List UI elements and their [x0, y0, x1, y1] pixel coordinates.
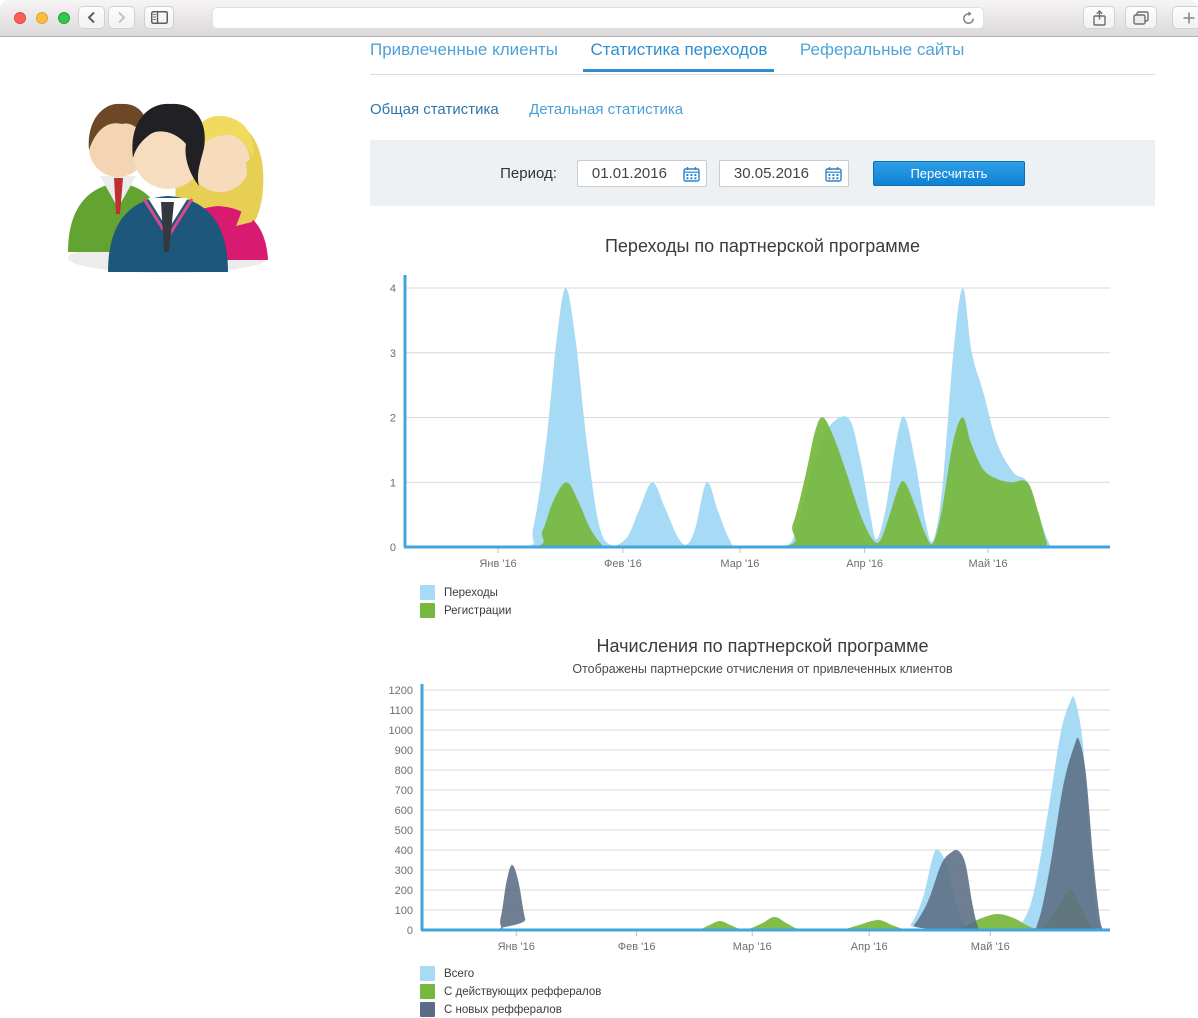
svg-text:1000: 1000 [389, 725, 413, 737]
tab-referral-sites[interactable]: Реферальные сайты [800, 40, 964, 72]
legend-swatch-green [420, 984, 435, 999]
svg-text:1200: 1200 [389, 685, 413, 697]
conversions-chart: 0 1 2 3 4 Янв '16 Фев '16 Мар '16 Апр '16 Май '16 [370, 265, 1155, 577]
browser-window: Привлеченные клиенты Статистика переходо… [0, 0, 1198, 1018]
tab-overview-icon [1133, 11, 1149, 25]
sub-tabs: Общая статистика Детальная статистика [370, 101, 709, 119]
minimize-icon[interactable] [36, 12, 48, 24]
sidebar-button[interactable] [144, 6, 174, 29]
period-label: Период: [500, 165, 557, 182]
legend-swatch-blue [420, 966, 435, 981]
legend-item: Регистрации [420, 603, 511, 618]
conversions-chart-legend: Переходы Регистрации [420, 585, 511, 621]
subtab-detailed-statistics[interactable]: Детальная статистика [529, 101, 683, 118]
svg-text:3: 3 [390, 348, 396, 360]
users-illustration [48, 58, 278, 278]
chevron-left-icon [87, 11, 96, 24]
tab-attracted-clients[interactable]: Привлеченные клиенты [370, 40, 558, 72]
accruals-chart: 0 100 200 300 400 500 600 700 800 900 1000 1100 1200… [370, 682, 1155, 957]
subtab-general-statistics[interactable]: Общая статистика [370, 101, 499, 118]
period-bar: Период: [370, 140, 1155, 206]
legend-item: С новых реффералов [420, 1002, 601, 1017]
back-button[interactable] [78, 6, 105, 29]
browser-chrome [0, 0, 1198, 37]
svg-text:700: 700 [395, 785, 413, 797]
share-icon [1093, 10, 1106, 26]
sidebar-icon [151, 11, 168, 24]
svg-text:Апр '16: Апр '16 [851, 941, 888, 953]
tab-conversion-statistics[interactable]: Статистика переходов [590, 40, 767, 72]
calendar-icon[interactable] [683, 166, 700, 182]
svg-text:Янв '16: Янв '16 [498, 941, 535, 953]
close-icon[interactable] [14, 12, 26, 24]
legend-swatch-blue [420, 585, 435, 600]
legend-swatch-green [420, 603, 435, 618]
plus-icon [1183, 12, 1195, 24]
svg-text:600: 600 [395, 805, 413, 817]
share-button[interactable] [1083, 6, 1115, 29]
accruals-chart-title: Начисления по партнерской программе [370, 636, 1155, 657]
svg-text:100: 100 [395, 905, 413, 917]
refresh-icon[interactable] [961, 11, 976, 26]
recalculate-button[interactable]: Пересчитать [873, 161, 1025, 186]
svg-text:500: 500 [395, 825, 413, 837]
tab-overview-button[interactable] [1125, 6, 1157, 29]
svg-text:Апр '16: Апр '16 [846, 558, 883, 570]
svg-text:Май '16: Май '16 [971, 941, 1010, 953]
svg-text:1100: 1100 [389, 705, 413, 717]
calendar-icon[interactable] [825, 166, 842, 182]
legend-item: Всего [420, 966, 601, 981]
svg-text:4: 4 [390, 283, 396, 295]
svg-text:Фев '16: Фев '16 [604, 558, 642, 570]
legend-item: С действующих реффералов [420, 984, 601, 999]
url-input[interactable] [221, 9, 945, 29]
conversions-chart-title: Переходы по партнерской программе [370, 236, 1155, 257]
legend-item: Переходы [420, 585, 511, 600]
new-tab-button[interactable] [1172, 6, 1198, 29]
svg-text:1: 1 [390, 477, 396, 489]
main-tabs: Привлеченные клиенты Статистика переходо… [370, 40, 1155, 75]
svg-text:200: 200 [395, 885, 413, 897]
svg-text:0: 0 [390, 542, 396, 554]
svg-text:Май '16: Май '16 [969, 558, 1008, 570]
zoom-icon[interactable] [58, 12, 70, 24]
svg-text:Янв '16: Янв '16 [479, 558, 516, 570]
svg-text:0: 0 [407, 925, 413, 937]
svg-text:Мар '16: Мар '16 [720, 558, 759, 570]
forward-button[interactable] [108, 6, 135, 29]
accruals-chart-subtitle: Отображены партнерские отчисления от при… [370, 662, 1155, 676]
accruals-chart-legend: Всего С действующих реффералов С новых р… [420, 966, 601, 1018]
address-bar[interactable] [212, 7, 984, 29]
chevron-right-icon [117, 11, 126, 24]
svg-text:400: 400 [395, 845, 413, 857]
svg-text:800: 800 [395, 765, 413, 777]
svg-text:300: 300 [395, 865, 413, 877]
svg-text:Фев '16: Фев '16 [618, 941, 656, 953]
svg-text:Мар '16: Мар '16 [733, 941, 772, 953]
legend-swatch-dark [420, 1002, 435, 1017]
svg-text:2: 2 [390, 413, 396, 425]
svg-text:900: 900 [395, 745, 413, 757]
